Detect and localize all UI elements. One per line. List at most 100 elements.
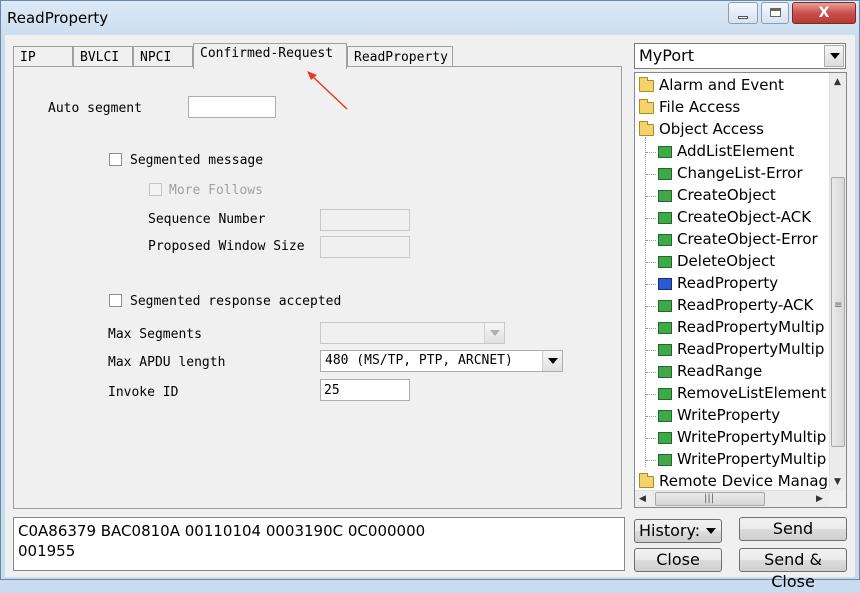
tree-guide-line: [646, 328, 656, 329]
sequence-number-label: Sequence Number: [148, 212, 266, 227]
close-window-button[interactable]: X: [792, 2, 856, 24]
invoke-id-input[interactable]: [320, 379, 410, 401]
tree-item-label: ReadPropertyMultip: [677, 318, 825, 336]
dialog-window: ReadProperty X IP BVLCI NPCI Confirmed-R…: [0, 0, 860, 591]
tree-guide-line: [646, 218, 656, 219]
maximize-button[interactable]: [761, 2, 789, 24]
history-label: History:: [639, 521, 701, 540]
scroll-down-icon[interactable]: ▼: [834, 477, 841, 487]
segmented-message-checkbox[interactable]: [109, 153, 122, 166]
scroll-left-icon[interactable]: ◀: [639, 494, 646, 504]
segmented-response-checkbox[interactable]: [109, 294, 122, 307]
service-icon: [658, 410, 672, 422]
folder-icon: [639, 473, 654, 488]
tree-guide-line: [645, 137, 646, 467]
scroll-thumb[interactable]: ≡: [831, 177, 845, 447]
service-icon: [658, 168, 672, 180]
tree-item-label: ReadRange: [677, 362, 763, 380]
max-apdu-length-select[interactable]: 480 (MS/TP, PTP, ARCNET): [320, 350, 563, 372]
max-segments-label: Max Segments: [108, 327, 202, 342]
tab-panel-confirmed-request: Auto segment Segmented message More Foll…: [13, 66, 622, 509]
tab-ip[interactable]: IP: [13, 46, 73, 68]
tab-npci[interactable]: NPCI: [133, 46, 193, 68]
scroll-corner: [829, 490, 846, 507]
tree-vertical-scrollbar[interactable]: ▲ ≡ ▼: [829, 73, 846, 491]
sequence-number-input[interactable]: [320, 209, 410, 231]
tree-guide-line: [646, 460, 656, 461]
tree-guide-line: [646, 372, 656, 373]
tab-bvlci[interactable]: BVLCI: [73, 46, 133, 68]
tree-guide-line: [646, 152, 656, 153]
service-icon: [658, 322, 672, 334]
title-bar[interactable]: ReadProperty X: [1, 1, 859, 35]
tree-guide-line: [646, 240, 656, 241]
send-button[interactable]: Send: [739, 517, 847, 541]
tree-item-label: RemoveListElement: [677, 384, 827, 402]
tree-guide-line: [646, 394, 656, 395]
send-and-close-button[interactable]: Send & Close: [739, 548, 847, 591]
tree-item-label: WritePropertyMultip: [677, 450, 827, 468]
tree-item-label: Object Access: [659, 120, 764, 138]
client-area: IP BVLCI NPCI Confirmed-Request ReadProp…: [5, 35, 855, 591]
chevron-down-icon: [484, 323, 504, 343]
service-icon: [658, 212, 672, 224]
scroll-right-icon[interactable]: ▶: [816, 494, 823, 504]
tree-item-label: ReadProperty: [677, 274, 779, 292]
service-icon: [658, 190, 672, 202]
folder-icon: [639, 77, 654, 92]
service-icon: [658, 366, 672, 378]
hex-line-1: C0A86379 BAC0810A 00110104 0003190C 0C00…: [18, 522, 426, 540]
grip-icon: ≡: [834, 300, 843, 311]
tree-guide-line: [646, 438, 656, 439]
selected-service-icon: [658, 278, 672, 290]
tab-confirmed-request[interactable]: Confirmed-Request: [193, 43, 347, 69]
service-icon: [658, 234, 672, 246]
annotation-arrow: [307, 71, 348, 110]
more-follows-checkbox[interactable]: [149, 183, 162, 196]
service-icon: [658, 256, 672, 268]
minimize-button[interactable]: [728, 2, 758, 24]
chevron-down-icon: [824, 45, 844, 67]
folder-icon: [639, 99, 654, 114]
tree-horizontal-scrollbar[interactable]: ◀ ||| ▶: [635, 490, 830, 507]
tree-item-label: CreateObject-ACK: [677, 208, 812, 226]
tree-guide-line: [646, 416, 656, 417]
tree-item-label: File Access: [659, 98, 741, 116]
tab-readproperty[interactable]: ReadProperty: [347, 46, 453, 68]
tree-item-label: WritePropertyMultip: [677, 428, 827, 446]
service-icon: [658, 388, 672, 400]
segmented-message-label: Segmented message: [130, 153, 264, 168]
port-select-value: MyPort: [639, 46, 694, 65]
tree-item-label: ReadPropertyMultip: [677, 340, 825, 358]
max-apdu-length-label: Max APDU length: [108, 355, 226, 370]
segmented-response-label: Segmented response accepted: [130, 294, 342, 309]
tree-item-label: CreateObject-Error: [677, 230, 818, 248]
scroll-thumb[interactable]: |||: [655, 492, 765, 506]
more-follows-label: More Follows: [169, 183, 263, 198]
tree-guide-line: [646, 174, 656, 175]
hex-output-box[interactable]: C0A86379 BAC0810A 00110104 0003190C 0C00…: [13, 517, 625, 571]
scroll-up-icon[interactable]: ▲: [834, 77, 841, 87]
tree-item-label: ChangeList-Error: [677, 164, 803, 182]
grip-icon: |||: [704, 493, 715, 504]
window-title: ReadProperty: [7, 9, 109, 27]
max-segments-select[interactable]: [320, 322, 505, 344]
tree-guide-line: [646, 196, 656, 197]
service-icon: [658, 300, 672, 312]
service-icon: [658, 146, 672, 158]
minimize-icon: [738, 16, 748, 19]
close-button[interactable]: Close: [634, 548, 722, 572]
folder-open-icon: [639, 121, 654, 136]
tree-item-label: ReadProperty-ACK: [677, 296, 814, 314]
service-tree[interactable]: Alarm and Event File Access Object Acces…: [634, 72, 847, 508]
history-dropdown[interactable]: History:: [634, 519, 722, 543]
tree-guide-line: [646, 284, 656, 285]
port-select[interactable]: MyPort: [634, 43, 846, 69]
auto-segment-input[interactable]: [188, 96, 276, 118]
close-icon: X: [818, 5, 830, 21]
service-icon: [658, 432, 672, 444]
proposed-window-size-input[interactable]: [320, 236, 410, 258]
tree-guide-line: [646, 350, 656, 351]
service-icon: [658, 454, 672, 466]
tree-item-label: CreateObject: [677, 186, 776, 204]
